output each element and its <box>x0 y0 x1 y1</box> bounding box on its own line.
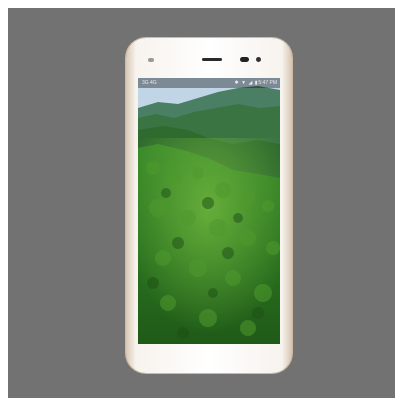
clock: 5:47 PM <box>258 80 277 86</box>
proximity-sensor <box>148 58 154 62</box>
phone-screen[interactable]: 3G 4G ✱ ▼ ◢ ▮ 5:47 PM <box>138 78 280 344</box>
earpiece-speaker <box>202 58 222 61</box>
signal-icon: ◢ <box>248 80 253 86</box>
wifi-icon: ▼ <box>241 80 247 86</box>
phone-body: 3G 4G ✱ ▼ ◢ ▮ 5:47 PM <box>126 38 292 373</box>
status-bar: 3G 4G ✱ ▼ ◢ ▮ 5:47 PM <box>138 78 280 88</box>
bluetooth-icon: ✱ <box>234 80 240 86</box>
light-sensor <box>256 57 261 62</box>
status-icons: ✱ ▼ ◢ ▮ <box>235 78 258 88</box>
background: 3G 4G ✱ ▼ ◢ ▮ 5:47 PM <box>8 8 395 398</box>
front-camera <box>240 57 249 62</box>
network-label: 3G 4G <box>142 80 157 86</box>
wallpaper-landscape <box>138 78 280 344</box>
